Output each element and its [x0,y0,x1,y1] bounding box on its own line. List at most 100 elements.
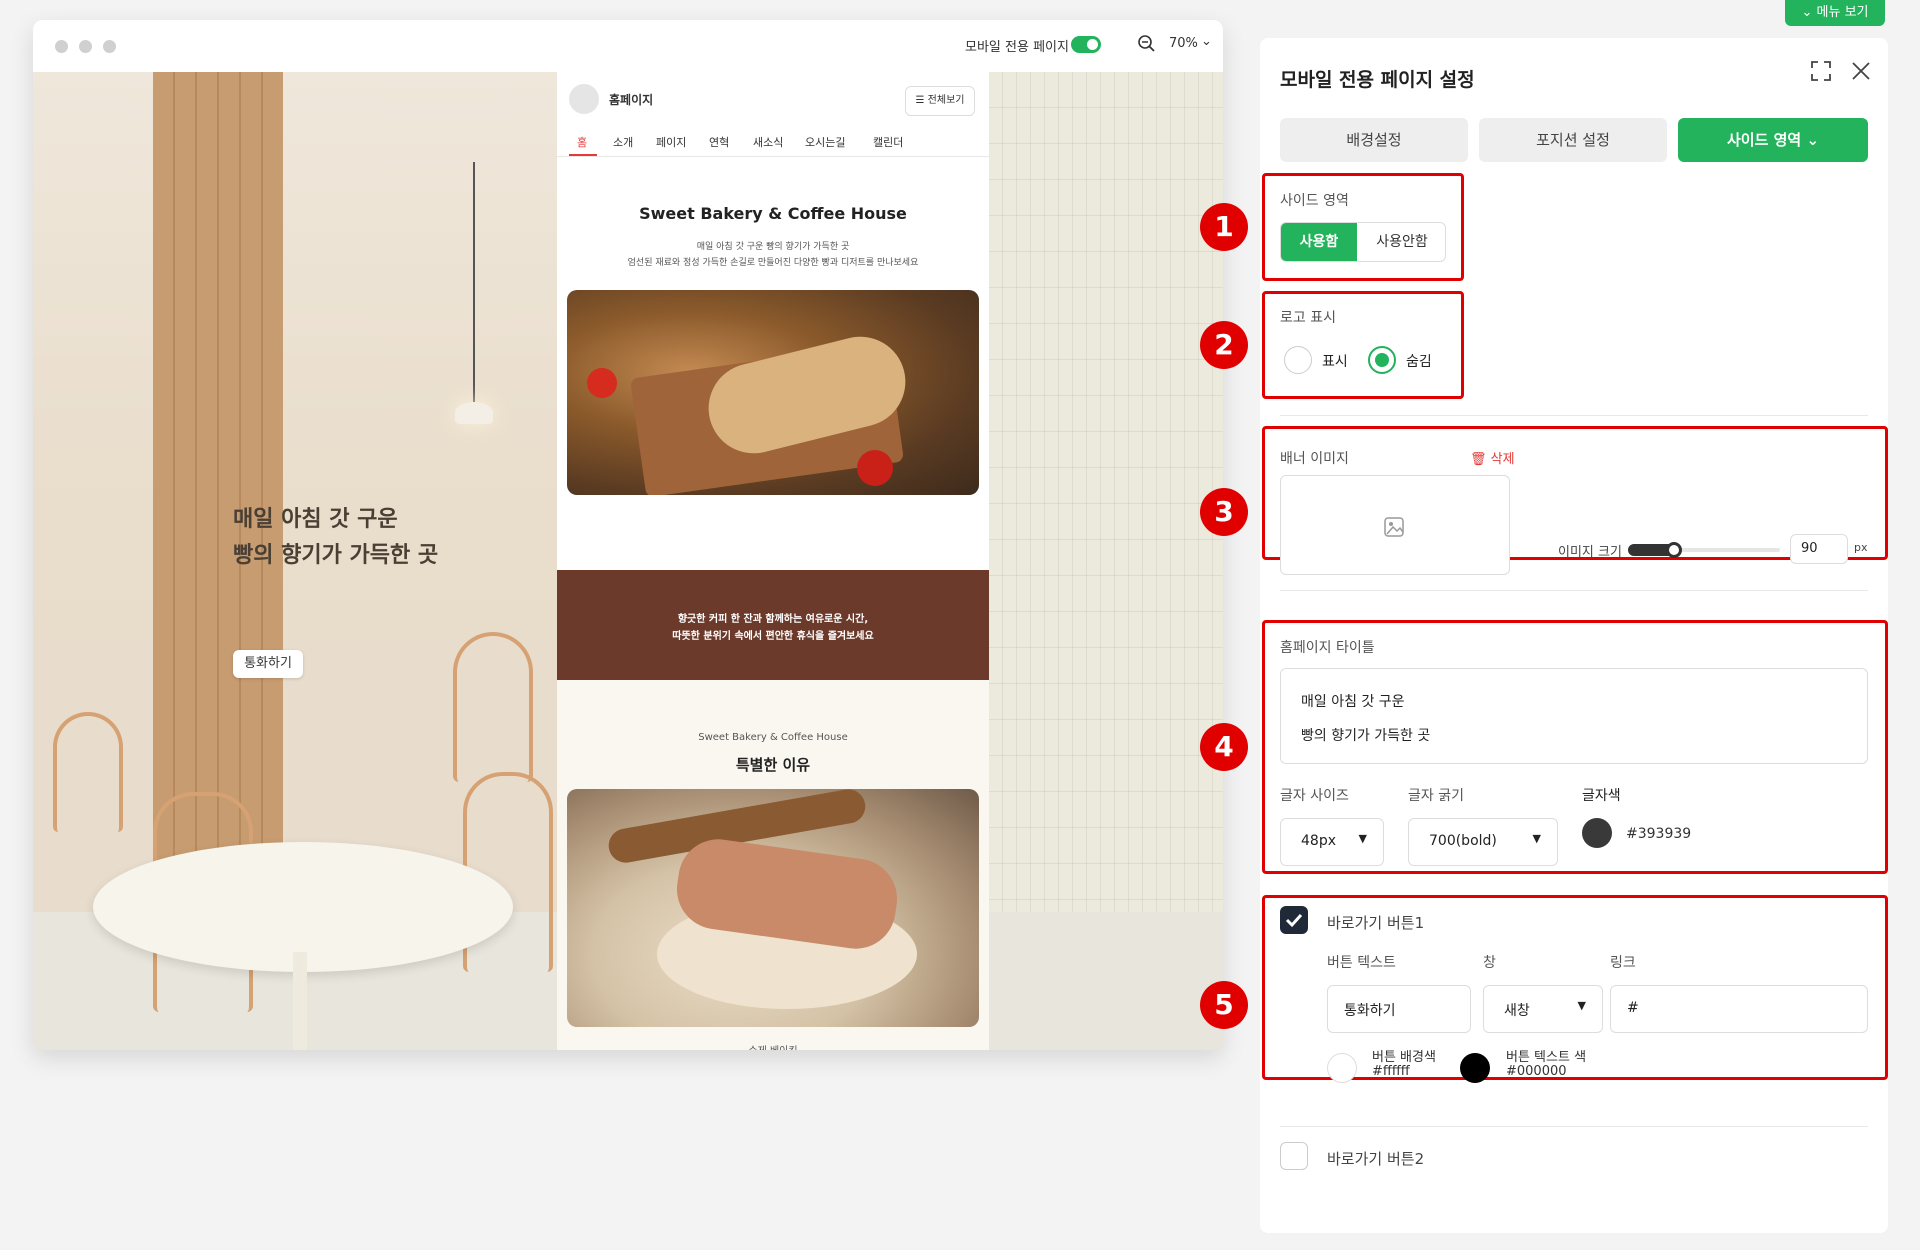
chevron-down-icon[interactable]: ⌄ [1201,34,1212,49]
tab-side-area[interactable]: 사이드 영역 ⌄ [1678,118,1868,162]
image-size-input[interactable]: 90 [1790,534,1848,564]
nav-item-page[interactable]: 페이지 [656,134,686,150]
logo-hide-label: 숨김 [1406,354,1432,370]
mobile-menu-button[interactable]: ☰ 전체보기 [905,86,975,116]
image-size-unit: px [1854,541,1868,554]
tile-wall [988,72,1223,1050]
annotation-marker-2: 2 [1200,321,1248,369]
chair [453,632,533,782]
expand-icon[interactable] [1810,60,1832,82]
mobile-page: 홈페이지 ☰ 전체보기 홈 소개 페이지 연혁 새소식 오시는길 캘린더 Swe… [557,72,989,1050]
tab-side-area-label: 사이드 영역 [1726,131,1802,149]
brown-banner: 향긋한 커피 한 잔과 함께하는 여유로운 시간, 따뜻한 분위기 속에서 편안… [557,570,989,680]
nav-item-news[interactable]: 새소식 [753,134,783,150]
font-color-swatch[interactable] [1582,818,1612,848]
button-text-color-label: 버튼 텍스트 색 [1506,1050,1587,1065]
mobile-site-name: 홈페이지 [609,93,654,107]
nav-item-history[interactable]: 연혁 [709,134,729,150]
side-area-on-button[interactable]: 사용함 [1281,223,1357,261]
dough-photo [567,789,979,1027]
banner-image-upload[interactable] [1280,475,1510,575]
side-area-label: 사이드 영역 [1280,193,1349,209]
divider [1280,415,1868,416]
bread-photo [567,290,979,495]
nav-item-location[interactable]: 오시는길 [805,134,845,150]
logo-show-label: 표시 [1322,354,1348,370]
button-bg-color-swatch[interactable] [1327,1053,1357,1083]
tab-position[interactable]: 포지션 설정 [1479,118,1667,162]
mobile-subtitle-1: 매일 아침 갓 구운 빵의 향기가 가득한 곳 [696,242,850,252]
tab-background[interactable]: 배경설정 [1280,118,1468,162]
section-kicker: Sweet Bakery & Coffee House [698,732,848,743]
window-label: 창 [1483,955,1496,971]
caret-down-icon: ▼ [1532,832,1541,845]
banner-image-label: 배너 이미지 [1280,451,1349,467]
homepage-title-textarea[interactable]: 매일 아침 갓 구운 빵의 향기가 가득한 곳 [1280,668,1868,764]
logo-show-radio[interactable] [1284,346,1312,374]
zoom-level[interactable]: 70% [1169,36,1198,51]
divider [1280,590,1868,591]
button-bg-color-value: #ffffff [1372,1064,1410,1079]
font-size-value: 48px [1301,833,1336,849]
window-select[interactable]: 새창 ▼ [1483,985,1603,1033]
mobile-header: 홈페이지 ☰ 전체보기 [557,72,989,127]
tomato [857,450,893,486]
preview-window: 모바일 전용 페이지 70% ⌄ 매일 아침 갓 구운 빵의 향기가 가득한 곳… [33,20,1223,1050]
window-toolbar: 모바일 전용 페이지 70% ⌄ [33,20,1223,72]
button-text-label: 버튼 텍스트 [1327,955,1396,971]
window-value: 새창 [1504,1003,1530,1019]
panel-title: 모바일 전용 페이지 설정 [1280,69,1475,91]
caret-down-icon: ▼ [1577,999,1586,1012]
annotation-marker-3: 3 [1200,488,1248,536]
shortcut2-label: 바로가기 버튼2 [1327,1150,1425,1168]
shortcut1-checkbox[interactable] [1280,906,1308,934]
divider [1280,1126,1868,1127]
close-icon[interactable] [1850,60,1872,82]
bottom-caption: 수제 베이킹 [557,1042,989,1050]
annotation-marker-5: 5 [1200,981,1248,1029]
zoom-icon[interactable] [1137,34,1157,54]
window-dot [79,40,92,53]
homepage-title-line2: 빵의 향기가 가득한 곳 [1301,728,1431,744]
preview-background: 매일 아침 갓 구운 빵의 향기가 가득한 곳 통화하기 홈페이지 ☰ 전체보기… [33,72,1223,1050]
caret-down-icon: ▼ [1358,832,1367,845]
font-weight-select[interactable]: 700(bold) ▼ [1408,818,1558,866]
button-text-color-swatch[interactable] [1460,1053,1490,1083]
side-area-toggle: 사용함 사용안함 [1280,222,1446,262]
hero-title-line1: 매일 아침 갓 구운 [233,507,398,532]
font-size-label: 글자 사이즈 [1280,788,1349,804]
banner-text-1: 향긋한 커피 한 잔과 함께하는 여유로운 시간, [677,614,869,625]
shortcut2-checkbox[interactable] [1280,1142,1308,1170]
menu-toggle-button[interactable]: ⌄ 메뉴 보기 [1785,0,1885,26]
link-label: 링크 [1610,955,1636,971]
mobile-only-toggle[interactable] [1071,36,1101,53]
font-size-select[interactable]: 48px ▼ [1280,818,1384,866]
mobile-nav: 홈 소개 페이지 연혁 새소식 오시는길 캘린더 [557,134,989,154]
nav-item-about[interactable]: 소개 [613,134,633,150]
tomato [587,368,617,398]
image-icon [1384,517,1404,537]
font-color-value: #393939 [1626,826,1692,842]
image-size-slider-handle[interactable] [1666,542,1682,558]
table-leg [293,952,307,1050]
mobile-menu-label: 전체보기 [927,95,965,106]
button-text-color-value: #000000 [1506,1064,1567,1079]
hero-title-line2: 빵의 향기가 가득한 곳 [233,543,439,568]
nav-item-calendar[interactable]: 캘린더 [873,134,903,150]
shortcut1-label: 바로가기 버튼1 [1327,914,1425,932]
button-text-input[interactable]: 통화하기 [1327,985,1471,1033]
mobile-title: Sweet Bakery & Coffee House [639,204,907,223]
banner-delete-button[interactable]: 🗑 삭제 [1470,448,1515,467]
hero-call-button[interactable]: 통화하기 [233,650,303,678]
nav-item-home[interactable]: 홈 [577,134,587,150]
logo-hide-radio[interactable] [1368,346,1396,374]
side-area-off-button[interactable]: 사용안함 [1357,223,1445,261]
pendant-lamp-cord [473,162,475,402]
link-input[interactable]: # [1610,985,1868,1033]
image-size-slider-track[interactable] [1628,542,1780,558]
logo-display-label: 로고 표시 [1280,310,1336,326]
check-icon [1285,913,1303,928]
window-dot [103,40,116,53]
mobile-subtitle-2: 엄선된 재료와 정성 가득한 손길로 만들어진 다양한 빵과 디저트를 만나보세… [627,258,919,268]
homepage-title-label: 홈페이지 타이틀 [1280,640,1375,656]
